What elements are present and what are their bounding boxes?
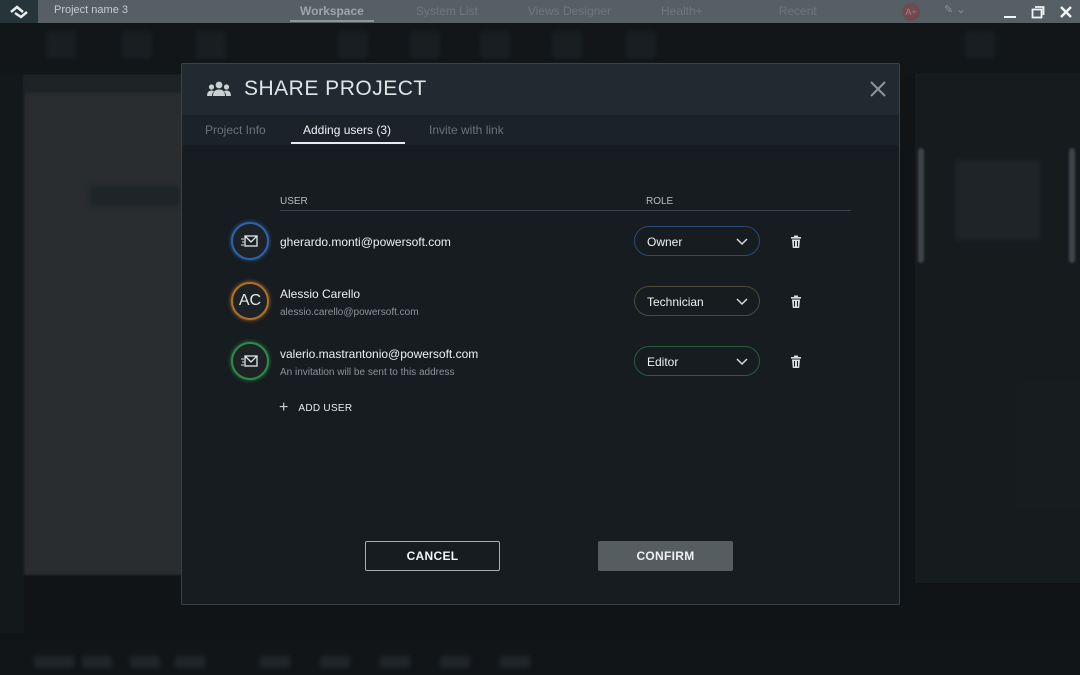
trash-icon[interactable]	[790, 235, 802, 249]
trash-icon[interactable]	[790, 355, 802, 369]
role-select[interactable]: Editor	[634, 346, 760, 376]
user-row: gherardo.monti@powersoft.com Owner	[182, 222, 899, 272]
window-controls	[996, 0, 1080, 23]
app-logo-icon[interactable]	[0, 0, 38, 23]
tab-project-info[interactable]: Project Info	[205, 123, 266, 137]
users-group-icon	[206, 79, 232, 99]
header-divider	[280, 210, 851, 211]
avatar-mail-icon	[231, 342, 269, 380]
minimize-icon[interactable]	[996, 0, 1024, 23]
column-header-role: ROLE	[646, 196, 674, 207]
chevron-down-icon	[735, 295, 749, 307]
cancel-button[interactable]: CANCEL	[365, 541, 500, 571]
share-project-dialog: SHARE PROJECT Project Info Adding users …	[181, 63, 900, 605]
active-tab-indicator	[291, 142, 405, 144]
tab-invite-with-link[interactable]: Invite with link	[429, 123, 504, 137]
project-name: Project name 3	[54, 4, 128, 16]
close-icon[interactable]	[867, 78, 889, 100]
avatar-initials: AC	[231, 282, 269, 320]
confirm-button[interactable]: CONFIRM	[598, 541, 733, 571]
user-avatar[interactable]: A+	[902, 3, 920, 21]
chevron-down-icon	[735, 355, 749, 367]
role-value: Owner	[647, 235, 683, 249]
dialog-title: SHARE PROJECT	[244, 77, 427, 100]
role-select[interactable]: Technician	[634, 286, 760, 316]
trash-icon[interactable]	[790, 295, 802, 309]
dialog-tabs: Project Info Adding users (3) Invite wit…	[182, 115, 899, 145]
user-email: gherardo.monti@powersoft.com	[280, 235, 451, 249]
chevron-down-icon	[735, 235, 749, 247]
tab-adding-users[interactable]: Adding users (3)	[303, 123, 391, 137]
tab-workspace[interactable]: Workspace	[280, 0, 384, 23]
plus-icon: +	[279, 399, 289, 416]
main-tabs: Workspace System List Views Designer Hea…	[280, 0, 837, 23]
invitation-note: An invitation will be sent to this addre…	[280, 367, 455, 378]
close-icon[interactable]	[1052, 0, 1080, 23]
pin-icon[interactable]: ✎ ⌄	[944, 3, 966, 16]
user-email: valerio.mastrantonio@powersoft.com	[280, 347, 479, 361]
user-email: alessio.carello@powersoft.com	[280, 307, 419, 318]
tab-system-list[interactable]: System List	[396, 0, 498, 23]
add-user-label: ADD USER	[298, 402, 353, 414]
dialog-header: SHARE PROJECT	[182, 64, 899, 115]
user-row: AC Alessio Carello alessio.carello@power…	[182, 282, 899, 332]
role-select[interactable]: Owner	[634, 226, 760, 256]
restore-icon[interactable]	[1024, 0, 1052, 23]
tab-recent[interactable]: Recent	[759, 0, 837, 23]
tab-health[interactable]: Health+	[641, 0, 723, 23]
app-window: Project name 3 Workspace System List Vie…	[0, 0, 1080, 675]
user-name: Alessio Carello	[280, 287, 361, 301]
avatar-mail-icon	[231, 222, 269, 260]
role-value: Technician	[647, 295, 704, 309]
user-row: valerio.mastrantonio@powersoft.com An in…	[182, 342, 899, 392]
role-value: Editor	[647, 355, 679, 369]
column-header-user: USER	[280, 196, 308, 207]
title-bar: Project name 3 Workspace System List Vie…	[0, 0, 1080, 23]
add-user-button[interactable]: + ADD USER	[279, 399, 353, 416]
tab-views-designer[interactable]: Views Designer	[508, 0, 631, 23]
